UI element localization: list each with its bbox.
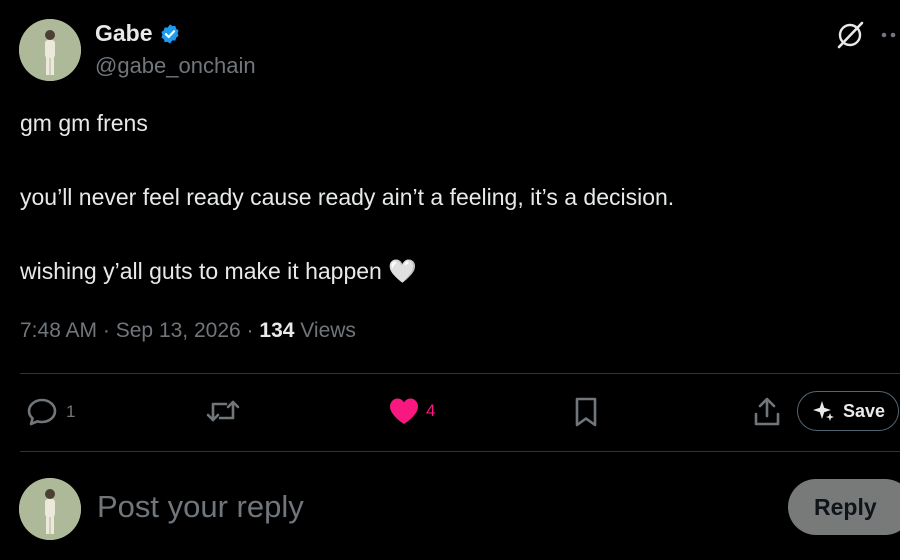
- reply-action[interactable]: 1: [26, 396, 75, 428]
- views-label: Views: [300, 319, 356, 342]
- bookmark-icon: [575, 397, 597, 427]
- tweet-text-line-2: you’ll never feel ready cause ready ain’…: [20, 184, 675, 210]
- author-avatar[interactable]: [19, 19, 81, 81]
- save-button[interactable]: Save: [797, 391, 899, 431]
- reply-avatar: [19, 478, 81, 540]
- verified-badge-icon: [161, 23, 179, 44]
- tweet-time[interactable]: 7:48 AM: [20, 319, 97, 342]
- retweet-icon: [206, 400, 240, 422]
- reply-button[interactable]: Reply: [788, 479, 900, 535]
- save-label: Save: [842, 400, 886, 421]
- bookmark-action[interactable]: [572, 396, 600, 428]
- tweet-meta: 7:48 AM · Sep 13, 2026 · 134 Views: [20, 319, 356, 343]
- divider: [20, 373, 900, 374]
- person-avatar-icon: [19, 478, 81, 540]
- tweet-date[interactable]: Sep 13, 2026: [116, 319, 241, 342]
- grok-icon[interactable]: [835, 20, 865, 50]
- author-handle[interactable]: @gabe_onchain: [95, 53, 256, 79]
- author-name-row: Gabe: [95, 20, 181, 47]
- meta-separator: ·: [102, 319, 110, 342]
- views-count: 134: [259, 319, 295, 342]
- share-icon: [754, 397, 780, 426]
- person-avatar-icon: [19, 19, 81, 81]
- reply-input[interactable]: [97, 485, 737, 529]
- author-name[interactable]: Gabe: [95, 20, 153, 47]
- meta-separator: ·: [246, 319, 254, 342]
- reply-count: 1: [66, 402, 76, 421]
- save-sparkle-icon: [812, 401, 834, 421]
- divider: [20, 451, 900, 452]
- more-icon[interactable]: [872, 22, 900, 48]
- share-action[interactable]: [752, 396, 782, 428]
- reply-icon: [27, 398, 57, 426]
- retweet-action[interactable]: [204, 396, 248, 426]
- tweet-text-line-3: wishing y’all guts to make it happen 🤍: [20, 258, 417, 284]
- like-count: 4: [426, 401, 436, 420]
- like-action[interactable]: 4: [388, 396, 435, 426]
- heart-icon: [390, 398, 418, 424]
- tweet-text-line-1: gm gm frens: [20, 110, 148, 136]
